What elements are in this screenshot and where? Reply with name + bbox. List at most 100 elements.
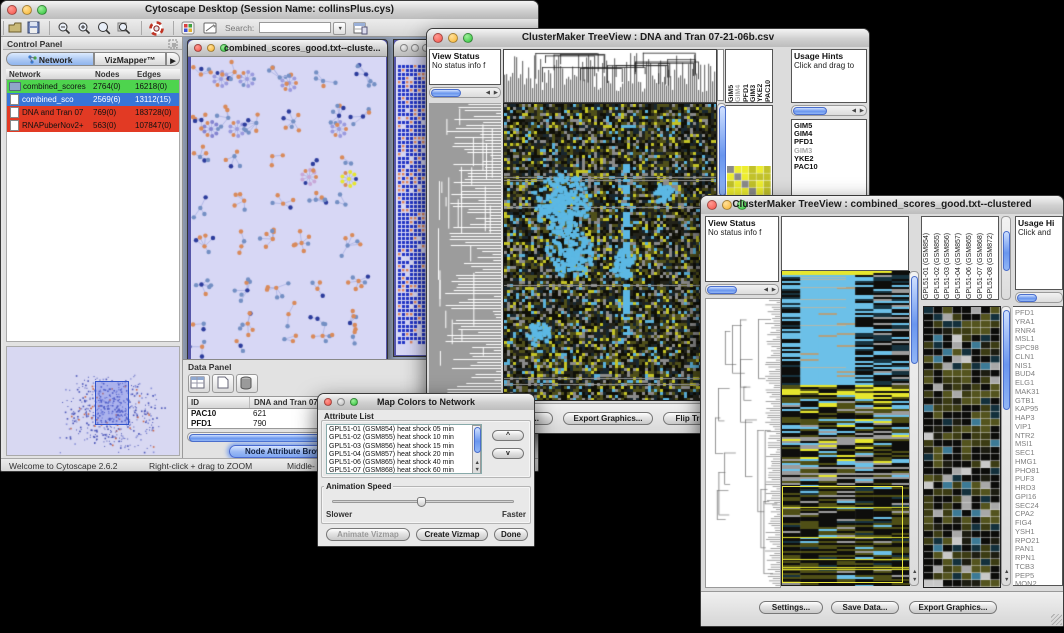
view-status-scrollbar[interactable]: ◀ ▶ <box>429 87 501 98</box>
scroll-left-icon[interactable]: ◀ <box>764 288 768 294</box>
new-attribute-icon[interactable] <box>212 374 234 393</box>
col-header-edges[interactable]: Edges <box>137 69 180 79</box>
attribute-listbox[interactable]: GPL51-01 (GSM854) heat shock 05 minGPL51… <box>326 424 482 474</box>
column-label[interactable]: GPL51-06 (GSM865) <box>966 217 977 299</box>
attribute-item[interactable]: GPL51-04 (GSM857) heat shock 20 min <box>329 451 479 459</box>
vscroll-thumb[interactable] <box>474 427 481 453</box>
dna-heatmap[interactable] <box>503 103 717 401</box>
col-header-nodes[interactable]: Nodes <box>95 69 137 79</box>
tab-overflow-button[interactable]: ▶ <box>166 52 180 66</box>
column-label[interactable]: PFD1 <box>743 50 750 102</box>
attribute-list-scrollbar[interactable]: ▲ ▼ <box>472 425 481 474</box>
export-graphics-button[interactable]: Export Graphics... <box>563 412 653 425</box>
vscroll-thumb[interactable] <box>1003 231 1010 271</box>
gene-list-scrollbar[interactable]: ▲ ▼ <box>1001 306 1011 586</box>
column-label[interactable]: PAC10 <box>765 50 772 102</box>
attribute-item[interactable]: GPL51-03 (GSM856) heat shock 15 min <box>329 443 479 451</box>
scroll-thumb[interactable] <box>707 286 737 294</box>
vscroll-thumb[interactable] <box>719 106 726 196</box>
select-attributes-icon[interactable] <box>188 374 210 393</box>
usage-hints-scrollbar[interactable] <box>1015 292 1063 303</box>
column-label[interactable]: GPL51-03 (GSM856) <box>944 217 955 299</box>
combined-heatmap[interactable] <box>781 271 910 586</box>
resize-grip[interactable] <box>1051 614 1062 625</box>
done-button[interactable]: Done <box>494 528 528 541</box>
help-lifering-icon[interactable] <box>149 21 164 36</box>
scroll-thumb[interactable] <box>793 107 827 115</box>
scroll-right-icon[interactable]: ▶ <box>772 288 776 294</box>
vscroll-thumb[interactable] <box>1003 310 1010 410</box>
close-icon[interactable] <box>400 44 408 52</box>
attribute-item[interactable]: GPL51-02 (GSM855) heat shock 10 min <box>329 434 479 442</box>
scroll-down-icon[interactable]: ▼ <box>475 468 480 474</box>
column-label[interactable]: GPL51-07 (GSM868) <box>977 217 988 299</box>
overview-viewport-rect[interactable] <box>95 381 129 425</box>
create-vizmap-button[interactable]: Create Vizmap <box>416 528 488 541</box>
overview-canvas[interactable] <box>7 347 179 455</box>
column-label[interactable]: GIM4 <box>735 50 742 102</box>
scroll-up-icon[interactable]: ▲ <box>475 461 480 467</box>
column-label[interactable]: GPL51-01 (GSM854) <box>923 217 934 299</box>
column-dendrogram[interactable] <box>503 49 717 103</box>
minimize-icon[interactable] <box>411 44 419 52</box>
id-column-header[interactable]: ID <box>188 397 250 408</box>
animation-speed-slider[interactable] <box>332 500 514 503</box>
scroll-thumb[interactable] <box>431 89 461 97</box>
network-table-header[interactable]: Network Nodes Edges <box>6 69 180 80</box>
open-icon[interactable] <box>8 21 22 34</box>
attribute-browser-icon[interactable] <box>353 21 368 35</box>
minimize-icon[interactable] <box>207 44 215 52</box>
row-dendrogram[interactable] <box>705 298 781 588</box>
tab-vizmapper[interactable]: VizMapper™ <box>94 52 166 66</box>
vizmapper-icon[interactable] <box>181 21 195 35</box>
settings-button[interactable]: Settings... <box>759 601 823 614</box>
dialog-titlebar[interactable]: Map Colors to Network <box>318 394 534 411</box>
combined-heatmap-vscrollbar[interactable]: ▲ ▼ <box>909 271 919 586</box>
network-row[interactable]: RNAPuberNov2+ 563(0) 107847(0) <box>7 119 179 132</box>
float-panel-icon[interactable] <box>168 39 178 49</box>
network-row[interactable]: combined_sco 2569(6) 13112(15) <box>7 93 179 106</box>
move-up-button[interactable]: ^ <box>492 430 524 441</box>
scroll-down-icon[interactable]: ▼ <box>912 578 917 584</box>
attribute-item[interactable]: GPL51-06 (GSM865) heat shock 40 min <box>329 459 479 467</box>
cytoscape-titlebar[interactable]: Cytoscape Desktop (Session Name: collins… <box>1 1 538 20</box>
zoom-selected-icon[interactable] <box>97 21 111 35</box>
col-header-network[interactable]: Network <box>6 69 95 79</box>
save-data-button[interactable]: Save Data... <box>831 601 899 614</box>
row-dendrogram[interactable] <box>429 103 501 401</box>
scroll-left-icon[interactable]: ◀ <box>852 109 856 115</box>
scroll-left-icon[interactable]: ◀ <box>486 91 490 97</box>
combined-sub-heatmap[interactable] <box>923 306 1001 588</box>
column-dendrogram-area[interactable] <box>781 216 909 271</box>
column-labels-scrollbar[interactable] <box>1001 216 1011 300</box>
scroll-up-icon[interactable]: ▲ <box>1004 570 1009 576</box>
scroll-down-icon[interactable]: ▼ <box>1004 578 1009 584</box>
gene-label[interactable]: MON2 <box>1015 580 1062 586</box>
slider-thumb[interactable] <box>417 497 426 507</box>
search-dropdown-icon[interactable]: ▼ <box>333 22 346 35</box>
treeview-dna-titlebar[interactable]: ClusterMaker TreeView : DNA and Tran 07-… <box>427 29 869 48</box>
search-input[interactable] <box>259 22 331 33</box>
zoom-in-icon[interactable] <box>77 21 91 35</box>
column-label[interactable]: YKE2 <box>757 50 764 102</box>
scroll-up-icon[interactable]: ▲ <box>912 570 917 576</box>
network-row[interactable]: combined_scores 2764(0) 16218(0) <box>7 80 179 93</box>
tab-network[interactable]: Network <box>6 52 94 66</box>
treeview-combined-titlebar[interactable]: ClusterMaker TreeView : combined_scores_… <box>701 196 1063 215</box>
scroll-right-icon[interactable]: ▶ <box>494 91 498 97</box>
usage-hints-scrollbar[interactable]: ◀ ▶ <box>791 105 867 116</box>
save-icon[interactable] <box>27 21 40 34</box>
attribute-item[interactable]: GPL51-01 (GSM854) heat shock 05 min <box>329 426 479 434</box>
annotation-icon[interactable] <box>203 21 218 35</box>
close-icon[interactable] <box>194 44 202 52</box>
delete-attribute-icon[interactable] <box>236 374 258 393</box>
network-canvas[interactable] <box>191 57 386 359</box>
row-label[interactable]: PAC10 <box>794 163 866 171</box>
view-status-scrollbar[interactable]: ◀ ▶ <box>705 284 779 295</box>
network-row[interactable]: DNA and Tran 07 769(0) 183728(0) <box>7 106 179 119</box>
zoom-fit-icon[interactable] <box>117 21 131 35</box>
network-overview[interactable] <box>6 346 180 456</box>
column-label[interactable]: GPL51-04 (GSM857) <box>955 217 966 299</box>
move-down-button[interactable]: v <box>492 448 524 459</box>
scroll-right-icon[interactable]: ▶ <box>860 109 864 115</box>
